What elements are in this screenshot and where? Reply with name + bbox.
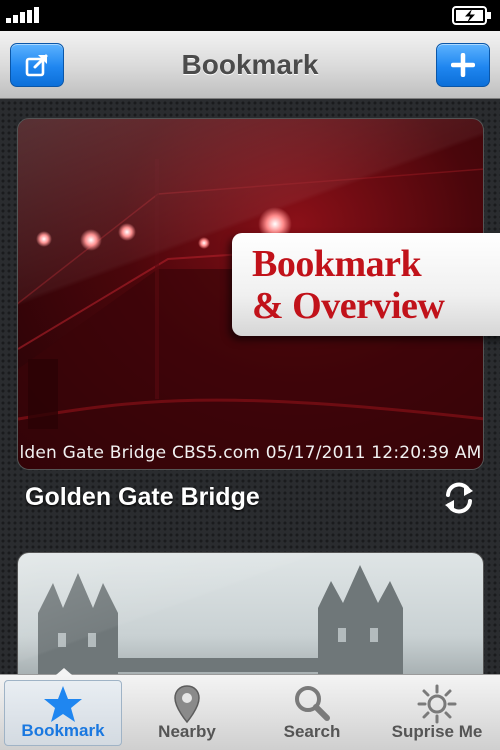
- callout-line-1: Bookmark: [252, 243, 422, 285]
- tab-bookmark[interactable]: Bookmark: [4, 680, 122, 746]
- signal-strength-icon: [6, 7, 40, 23]
- tab-label: Search: [283, 722, 341, 741]
- battery-charging-icon: [452, 6, 491, 25]
- magnifier-icon: [295, 686, 330, 721]
- tab-surprise-me[interactable]: Suprise Me: [378, 680, 496, 746]
- nav-bar: Bookmark: [0, 31, 500, 99]
- status-bar: [0, 0, 500, 31]
- tab-search[interactable]: Search: [253, 680, 371, 746]
- bookmark-title[interactable]: Golden Gate Bridge: [25, 483, 260, 512]
- active-tab-indicator: [56, 668, 72, 675]
- tab-nearby[interactable]: Nearby: [128, 680, 246, 746]
- glass-reflection-2: [18, 553, 483, 674]
- page-title: Bookmark: [181, 49, 319, 80]
- refresh-icon[interactable]: [440, 480, 478, 516]
- tab-label: Nearby: [158, 722, 216, 741]
- tab-label: Bookmark: [21, 721, 105, 740]
- feature-callout: Bookmark & Overview: [232, 233, 500, 336]
- bookmark-list[interactable]: lden Gate Bridge CBS5.com 05/17/2011 12:…: [0, 100, 500, 674]
- star-icon: [44, 686, 82, 722]
- add-bookmark-button[interactable]: [436, 43, 490, 87]
- camera-timestamp: lden Gate Bridge CBS5.com 05/17/2011 12:…: [19, 443, 482, 463]
- map-pin-icon: [174, 685, 200, 724]
- webcam-image-2[interactable]: [17, 552, 484, 674]
- tab-bar: Bookmark Nearby Search Suprise Me: [0, 668, 500, 750]
- plus-icon: [451, 53, 475, 77]
- tab-label: Suprise Me: [391, 722, 483, 741]
- sun-icon: [417, 684, 457, 724]
- callout-line-2: & Overview: [252, 285, 445, 327]
